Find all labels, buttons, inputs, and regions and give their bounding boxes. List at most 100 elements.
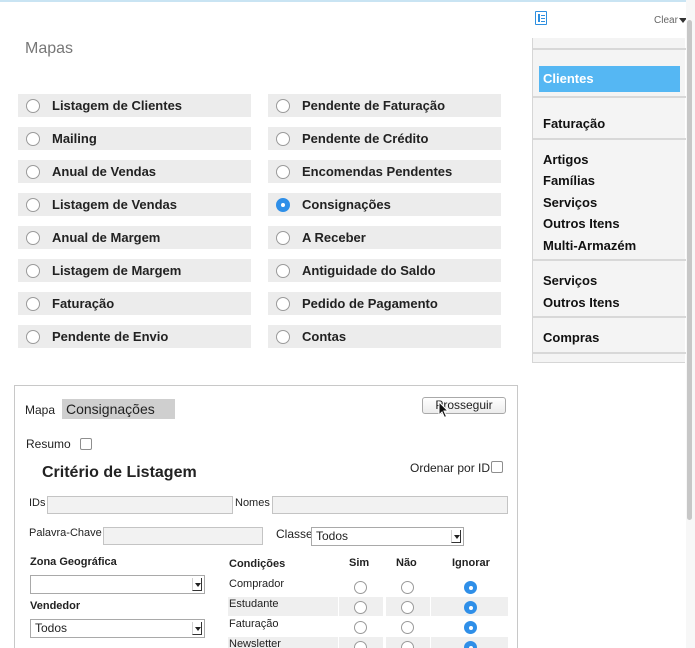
map-option-label: Pendente de Faturação [302, 98, 446, 113]
radio-button[interactable] [276, 329, 290, 344]
page-scrollbar[interactable] [686, 0, 695, 648]
keyword-input[interactable] [103, 527, 263, 545]
names-input[interactable] [272, 496, 508, 514]
radio-button[interactable] [276, 131, 290, 146]
conditions-no-header: Não [396, 557, 417, 569]
seller-select-value: Todos [35, 621, 68, 635]
condition-sim-radio[interactable] [354, 601, 367, 614]
condition-nao-radio[interactable] [401, 621, 414, 634]
sidebar-item-outros-itens[interactable]: Outros Itens [543, 295, 620, 310]
radio-button[interactable] [26, 230, 40, 245]
map-option-pedido-de-pagamento[interactable]: Pedido de Pagamento [268, 292, 501, 315]
map-option-label: Encomendas Pendentes [302, 164, 453, 179]
map-list-left: Listagem de Clientes Mailing Anual de Vend… [18, 94, 251, 358]
condition-ignorar-radio[interactable] [464, 641, 477, 648]
map-option-faturacao[interactable]: Faturação [18, 292, 251, 315]
radio-button[interactable] [26, 131, 40, 146]
radio-button[interactable] [26, 329, 40, 344]
mapa-value: Consignações [62, 399, 175, 419]
clear-link[interactable]: Clear [654, 15, 678, 26]
sidebar-divider [533, 316, 686, 318]
sidebar-item-clientes[interactable]: Clientes [539, 66, 680, 92]
condition-label: Faturação [229, 618, 279, 630]
map-option-consignacoes[interactable]: Consignações [268, 193, 501, 216]
condition-nao-radio[interactable] [401, 601, 414, 614]
map-option-label: Listagem de Clientes [52, 98, 183, 113]
map-option-listagem-de-vendas[interactable]: Listagem de Vendas [18, 193, 251, 216]
conditions-header: Condições [229, 558, 286, 570]
radio-button[interactable] [26, 197, 40, 212]
map-option-pendente-de-credito[interactable]: Pendente de Crédito [268, 127, 501, 150]
chevron-down-icon [192, 622, 202, 635]
map-option-label: Pendente de Crédito [302, 131, 429, 146]
sidebar-item-artigos[interactable]: Artigos [543, 152, 589, 167]
scrollbar-thumb[interactable] [687, 20, 692, 520]
zone-select[interactable] [30, 575, 205, 594]
map-option-listagem-de-clientes[interactable]: Listagem de Clientes [18, 94, 251, 117]
condition-row: Newsletter [228, 637, 508, 648]
order-by-id-checkbox[interactable] [491, 461, 503, 473]
radio-button[interactable] [276, 296, 290, 311]
radio-button[interactable] [276, 230, 290, 245]
condition-sim-radio[interactable] [354, 581, 367, 594]
condition-ignorar-radio[interactable] [464, 601, 477, 614]
radio-button[interactable] [276, 197, 290, 212]
condition-sim-radio[interactable] [354, 621, 367, 634]
map-option-a-receber[interactable]: A Receber [268, 226, 501, 249]
radio-button[interactable] [26, 98, 40, 113]
sidebar-item-faturacao[interactable]: Faturação [543, 116, 605, 131]
condition-nao-radio[interactable] [401, 641, 414, 648]
document-icon[interactable] [535, 11, 547, 25]
map-option-label: Antiguidade do Saldo [302, 263, 436, 278]
sidebar-item-multi-armazem[interactable]: Multi-Armazém [543, 238, 636, 253]
class-select-value: Todos [316, 529, 349, 543]
class-select[interactable]: Todos [311, 527, 464, 546]
map-option-label: Contas [302, 329, 347, 344]
condition-label: Newsletter [229, 638, 281, 648]
map-option-pendente-de-envio[interactable]: Pendente de Envio [18, 325, 251, 348]
mouse-cursor-icon [438, 401, 450, 419]
proceed-button[interactable]: Prosseguir [422, 397, 506, 414]
condition-nao-radio[interactable] [401, 581, 414, 594]
sidebar-item-servicos[interactable]: Serviços [543, 195, 597, 210]
radio-button[interactable] [276, 263, 290, 278]
map-option-anual-de-vendas[interactable]: Anual de Vendas [18, 160, 251, 183]
sidebar-item-compras[interactable]: Compras [543, 330, 599, 345]
radio-button[interactable] [26, 164, 40, 179]
map-option-encomendas-pendentes[interactable]: Encomendas Pendentes [268, 160, 501, 183]
condition-label: Comprador [229, 578, 285, 590]
map-option-pendente-de-faturacao[interactable]: Pendente de Faturação [268, 94, 501, 117]
map-option-mailing[interactable]: Mailing [18, 127, 251, 150]
radio-button[interactable] [26, 263, 40, 278]
map-option-anual-de-margem[interactable]: Anual de Margem [18, 226, 251, 249]
radio-button[interactable] [26, 296, 40, 311]
radio-button[interactable] [276, 164, 290, 179]
condition-sim-radio[interactable] [354, 641, 367, 648]
resumo-label: Resumo [26, 437, 71, 451]
sidebar-item-servicos[interactable]: Serviços [543, 273, 597, 288]
map-option-listagem-de-margem[interactable]: Listagem de Margem [18, 259, 251, 282]
condition-ignorar-radio[interactable] [464, 621, 477, 634]
sidebar: Clear Clientes Faturação Artigos Famílias Se… [532, 0, 695, 648]
seller-select[interactable]: Todos [30, 619, 205, 638]
mapa-label: Mapa [25, 403, 56, 417]
map-option-antiguidade-do-saldo[interactable]: Antiguidade do Saldo [268, 259, 501, 282]
map-option-label: Listagem de Vendas [52, 197, 177, 212]
zone-label: Zona Geográfica [30, 556, 117, 568]
names-label: Nomes [235, 497, 270, 509]
map-option-label: Anual de Margem [52, 230, 161, 245]
seller-label: Vendedor [30, 600, 81, 612]
condition-ignorar-radio[interactable] [464, 581, 477, 594]
radio-button[interactable] [276, 98, 290, 113]
sidebar-item-outros-itens[interactable]: Outros Itens [543, 216, 620, 231]
map-option-label: A Receber [302, 230, 366, 245]
class-label: Classe [276, 527, 313, 541]
resumo-checkbox[interactable] [80, 438, 92, 450]
map-option-contas[interactable]: Contas [268, 325, 501, 348]
ids-input[interactable] [47, 496, 233, 514]
sidebar-item-familias[interactable]: Famílias [543, 173, 595, 188]
page-title: Mapas [25, 40, 74, 57]
sidebar-divider [533, 137, 686, 140]
map-option-label: Anual de Vendas [52, 164, 157, 179]
map-list-right: Pendente de Faturação Pendente de Crédito… [268, 94, 501, 358]
